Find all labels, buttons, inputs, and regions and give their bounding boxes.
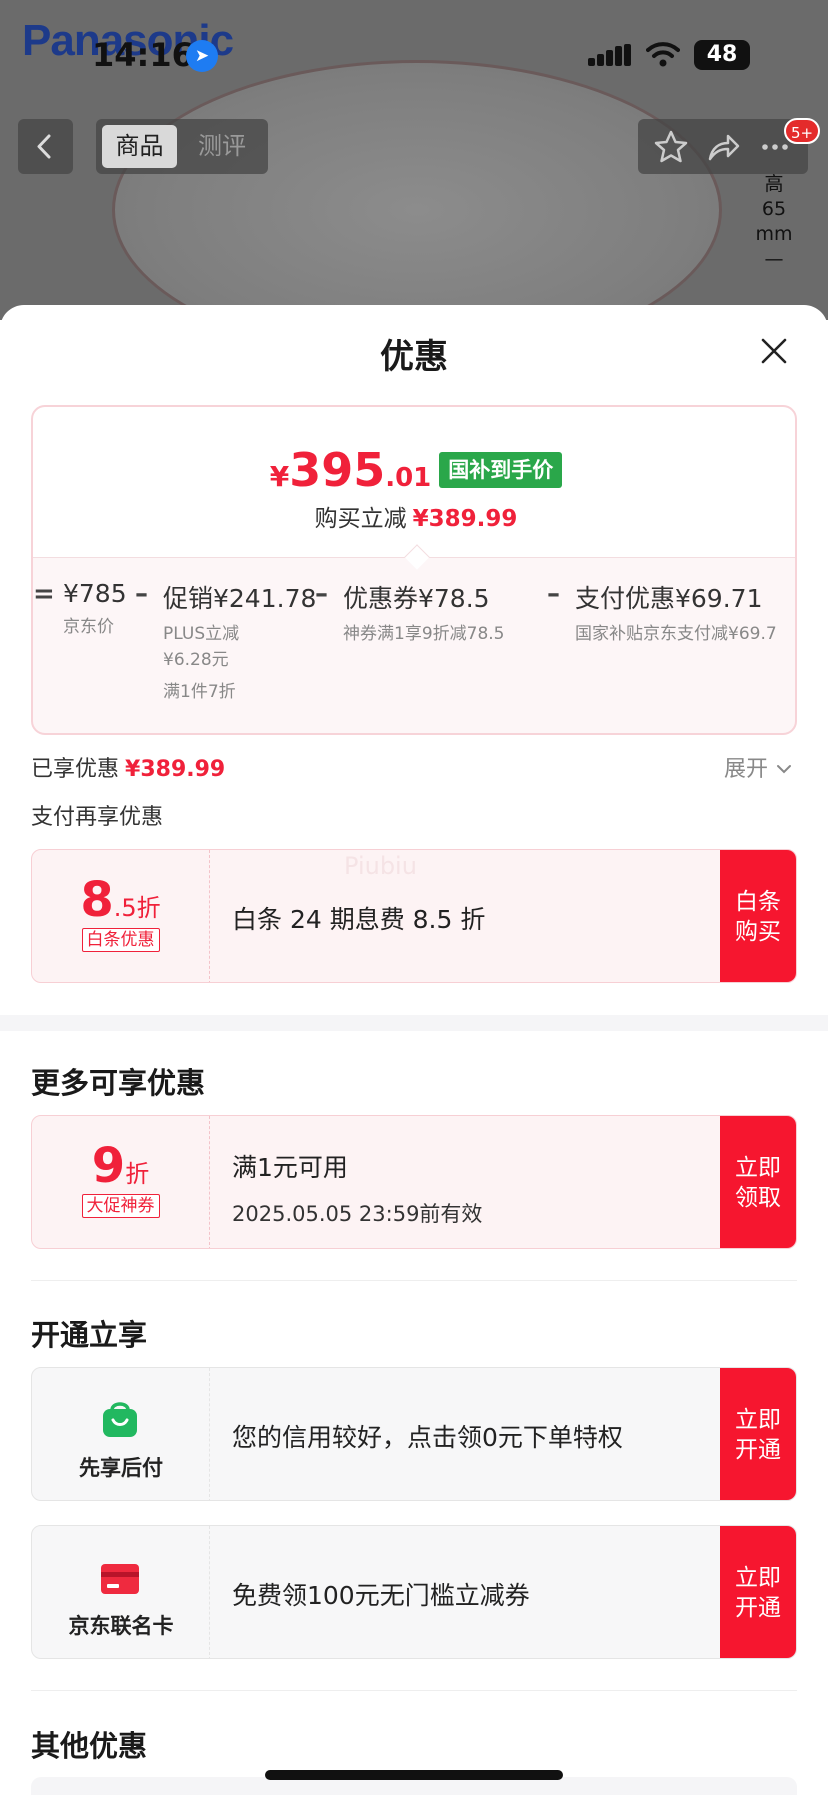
coupon-condition: 满1元可用: [232, 1153, 348, 1182]
back-button[interactable]: [18, 119, 73, 174]
open-enjoy-title: 开通立享: [31, 1318, 148, 1352]
product-tabs: 商品 测评: [96, 119, 268, 174]
coupon-tag: 大促神券: [81, 1194, 160, 1218]
top-actions: [638, 119, 808, 174]
chevron-down-icon: [777, 765, 792, 774]
tab-review[interactable]: 测评: [184, 125, 260, 168]
formula-jd-price: ¥785 京东价: [63, 579, 127, 637]
discount-sheet: 优惠 ¥395.01 国补到手价 购买立减 ¥389.99 = ¥785 京东价 –…: [0, 305, 828, 1795]
claim-coupon-button[interactable]: 立即 领取: [720, 1116, 796, 1248]
promo-coupon-card: 9折 大促神券 满1元可用 2025.05.05 23:59前有效 立即 领取: [31, 1115, 797, 1249]
activate-jd-card-button[interactable]: 立即 开通: [720, 1526, 796, 1658]
instant-reduction: 购买立减 ¥389.99: [314, 506, 518, 532]
formula-payment: 支付优惠¥69.71 国家补贴京东支付减¥69.7: [575, 584, 777, 644]
baitiao-text: 白条 24 期息费 8.5 折: [232, 905, 486, 934]
pay-later-label: 先享后付: [79, 1456, 163, 1480]
divider: [31, 1690, 797, 1691]
cellular-signal-icon: [588, 44, 632, 66]
battery-icon: 48: [694, 40, 750, 70]
price-formula: = ¥785 京东价 – 促销¥241.78 PLUS立减 ¥6.28元 满1件…: [33, 579, 795, 729]
baitiao-tag: 白条优惠: [81, 928, 160, 952]
coupon-validity: 2025.05.05 23:59前有效: [232, 1202, 483, 1226]
expand-toggle[interactable]: 展开: [724, 751, 793, 783]
share-icon[interactable]: [704, 128, 742, 166]
baitiao-discount: 8.5折 白条优惠: [32, 850, 210, 982]
wifi-icon: [646, 42, 680, 67]
red-card-icon: [101, 1564, 139, 1594]
pay-more-label: 支付再享优惠: [31, 805, 164, 830]
final-price-row: ¥395.01 国补到手价: [33, 443, 795, 497]
green-bag-icon: [103, 1402, 137, 1437]
jd-cobrand-text: 免费领100元无门槛立减券: [232, 1581, 530, 1610]
more-offers-title: 更多可享优惠: [31, 1066, 206, 1100]
section-separator: [0, 1015, 828, 1031]
location-arrow-icon: ➤: [186, 40, 218, 72]
minus-sign: –: [135, 579, 148, 609]
pay-later-card: 先享后付 您的信用较好，点击领0元下单特权 立即 开通: [31, 1367, 797, 1501]
dimension-label: 高 65 mm —: [755, 173, 793, 270]
other-offers-title: 其他优惠: [31, 1729, 148, 1763]
home-indicator[interactable]: [265, 1770, 563, 1780]
jd-cobrand-label: 京东联名卡: [68, 1614, 174, 1638]
chevron-left-icon: [37, 134, 51, 159]
formula-coupon: 优惠券¥78.5 神券满1享9折减78.5: [343, 584, 505, 644]
status-bar: 14:16 ➤ 48: [0, 36, 828, 76]
coupon-discount: 9折 大促神券: [32, 1116, 210, 1248]
sheet-title: 优惠: [380, 337, 448, 377]
enjoyed-discount: 已享优惠 ¥389.99: [31, 757, 226, 782]
gov-subsidy-tag: 国补到手价: [439, 452, 563, 488]
ceiling-light-image: [112, 60, 722, 320]
message-count-badge: 5+: [784, 118, 821, 144]
pay-later-text: 您的信用较好，点击领0元下单特权: [232, 1423, 623, 1452]
tab-product[interactable]: 商品: [102, 125, 177, 168]
price-breakdown-card: ¥395.01 国补到手价 购买立减 ¥389.99 = ¥785 京东价 – 促销…: [31, 405, 797, 735]
baitiao-offer-card: 8.5折 白条优惠 Piubiu 白条 24 期息费 8.5 折 白条 购买: [31, 849, 797, 983]
divider: [31, 1280, 797, 1281]
baitiao-buy-button[interactable]: 白条 购买: [720, 850, 796, 982]
activate-pay-later-button[interactable]: 立即 开通: [720, 1368, 796, 1500]
jd-cobrand-card: 京东联名卡 免费领100元无门槛立减券 立即 开通: [31, 1525, 797, 1659]
equals-sign: =: [33, 579, 55, 609]
star-icon[interactable]: [652, 128, 690, 166]
final-price: ¥395.01: [269, 443, 432, 497]
close-icon[interactable]: [756, 333, 792, 369]
minus-sign: –: [315, 579, 328, 609]
minus-sign: –: [547, 579, 560, 609]
pointer-notch: [404, 544, 430, 570]
status-time: 14:16: [92, 36, 194, 74]
formula-promotion: 促销¥241.78 PLUS立减 ¥6.28元 满1件7折: [163, 584, 317, 702]
